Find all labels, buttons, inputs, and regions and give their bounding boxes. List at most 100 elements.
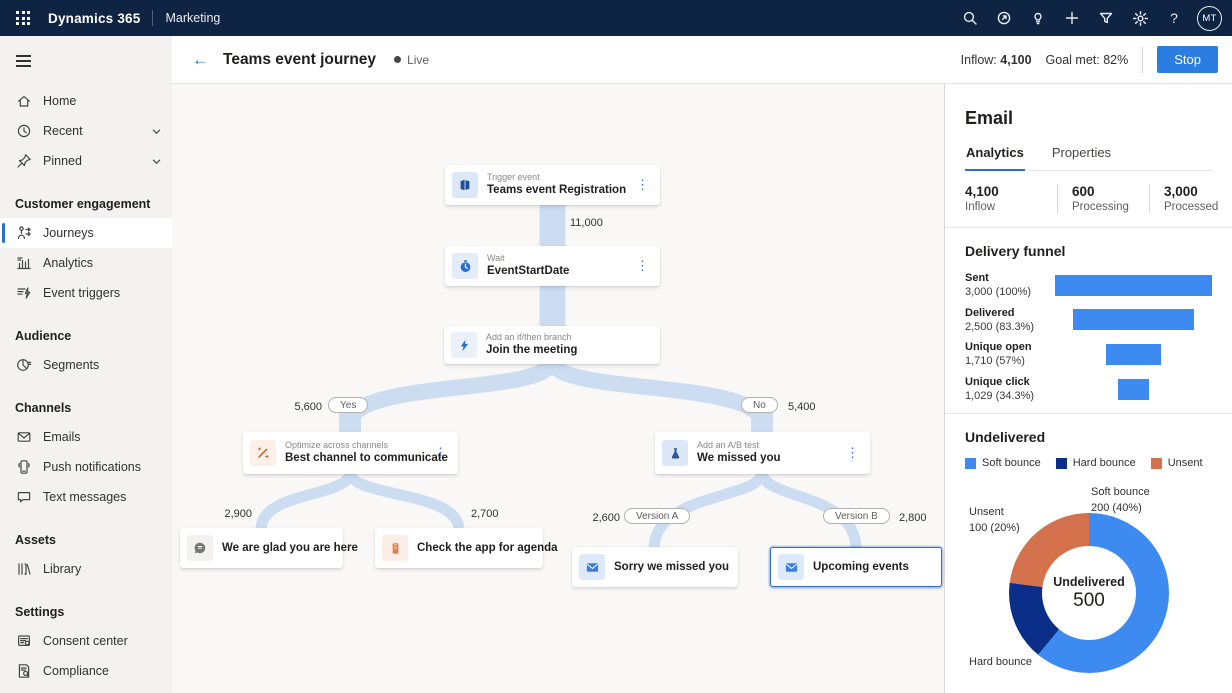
panel-title: Email <box>965 108 1212 129</box>
sms-icon <box>15 489 32 506</box>
chevron-down-icon[interactable] <box>151 156 162 167</box>
node-name-label: Join the meeting <box>486 343 577 357</box>
status-label: Live <box>407 53 429 67</box>
guided-tour-icon[interactable] <box>989 3 1019 33</box>
pinned-icon <box>15 153 32 170</box>
sidebar-item-label: Consent center <box>43 634 128 648</box>
sidebar-item-label: Home <box>43 94 76 108</box>
metric-inflow: 4,100Inflow <box>965 184 1049 213</box>
funnel-bar <box>1118 379 1149 400</box>
node-name-label: Teams event Registration <box>487 183 625 197</box>
funnel-bar <box>1073 309 1194 330</box>
sidebar-item-library[interactable]: Library <box>0 554 172 584</box>
settings-icon[interactable] <box>1125 3 1155 33</box>
legend-label: Hard bounce <box>1073 457 1136 469</box>
tab-analytics[interactable]: Analytics <box>965 145 1025 171</box>
sidebar-item-journeys[interactable]: Journeys <box>0 218 172 248</box>
node-type-label: Add an if/then branch <box>486 332 577 343</box>
journeys-icon <box>15 225 32 242</box>
stop-button[interactable]: Stop <box>1157 46 1218 73</box>
page-header: ← Teams event journey Live Inflow: 4,100… <box>172 36 1232 84</box>
sidebar-item-recent[interactable]: Recent <box>0 116 172 146</box>
sidebar-item-analytics[interactable]: Analytics <box>0 248 172 278</box>
funnel-stage-name: Delivered <box>965 306 1055 320</box>
app-phone-icon <box>382 535 408 561</box>
funnel-row: Unique click1,029 (34.3%) <box>965 375 1212 404</box>
branch-pill-yes: Yes <box>328 397 368 413</box>
flow-count-label: 2,600 <box>574 512 620 524</box>
email-envelope-icon <box>579 554 605 580</box>
node-name-label: Sorry we missed you <box>614 560 729 574</box>
sidebar-item-consent-center[interactable]: Consent center <box>0 626 172 656</box>
sidebar-section-title: Customer engagement <box>0 197 172 211</box>
journey-node-email-version-b-selected[interactable]: Upcoming events <box>770 547 942 587</box>
tab-properties[interactable]: Properties <box>1051 145 1112 170</box>
journey-node-if-then[interactable]: Add an if/then branch Join the meeting <box>444 326 660 364</box>
user-avatar[interactable]: MT <box>1197 6 1222 31</box>
back-arrow-icon[interactable]: ← <box>192 50 209 70</box>
sidebar-item-home[interactable]: Home <box>0 86 172 116</box>
journey-node-wait[interactable]: Wait EventStartDate ⋮ <box>445 246 660 286</box>
push-icon <box>15 459 32 476</box>
more-options-icon[interactable]: ⋮ <box>634 177 651 193</box>
consent-icon <box>15 633 32 650</box>
email-icon <box>15 429 32 446</box>
node-name-label: Upcoming events <box>813 560 909 574</box>
sidebar-item-pinned[interactable]: Pinned <box>0 146 172 176</box>
sidebar-item-[interactable] <box>0 686 172 693</box>
flow-count-label: 2,700 <box>471 508 499 520</box>
sidebar-item-compliance[interactable]: Compliance <box>0 656 172 686</box>
legend-label: Unsent <box>1168 457 1203 469</box>
funnel-row: Delivered2,500 (83.3%) <box>965 306 1212 335</box>
legend-swatch <box>1151 458 1162 469</box>
add-icon[interactable] <box>1057 3 1087 33</box>
funnel-row: Sent3,000 (100%) <box>965 271 1212 300</box>
undelivered-legend: Soft bounceHard bounceUnsent <box>965 457 1212 469</box>
journey-node-optimize[interactable]: Optimize across channels Best channel to… <box>243 432 458 474</box>
sidebar-item-label: Journeys <box>43 226 94 240</box>
chevron-down-icon[interactable] <box>151 126 162 137</box>
journey-node-chat-message[interactable]: We are glad you are here <box>180 528 343 568</box>
search-icon[interactable] <box>955 3 985 33</box>
flow-count-label: 11,000 <box>570 217 603 229</box>
hamburger-icon[interactable] <box>6 44 46 78</box>
node-name-label: Best channel to communicate <box>285 451 423 465</box>
sidebar-item-text-messages[interactable]: Text messages <box>0 482 172 512</box>
more-options-icon[interactable]: ⋮ <box>634 258 651 274</box>
sidebar-item-event-triggers[interactable]: Event triggers <box>0 278 172 308</box>
filter-icon[interactable] <box>1091 3 1121 33</box>
sidebar-nav: Home RecentPinned Customer engagement Journ… <box>0 86 172 693</box>
undelivered-chart-area: Soft bounce200 (40%) Unsent100 (20%) Har… <box>945 469 1232 693</box>
funnel-stage-value: 2,500 (83.3%) <box>965 320 1055 334</box>
journey-node-trigger[interactable]: Trigger event Teams event Registration ⋮ <box>445 165 660 205</box>
brand-title: Dynamics 365 <box>48 11 140 26</box>
lightbulb-icon[interactable] <box>1023 3 1053 33</box>
node-name-label: We missed you <box>697 451 781 465</box>
funnel-bar <box>1106 344 1161 365</box>
wait-timer-icon <box>452 253 478 279</box>
journey-canvas[interactable]: Trigger event Teams event Registration ⋮… <box>172 84 944 693</box>
metric-processed: 3,000Processed <box>1149 184 1232 213</box>
live-dot-icon <box>394 56 401 63</box>
undelivered-donut-chart: Undelivered 500 <box>1009 513 1169 673</box>
node-name-label: We are glad you are here <box>222 541 334 555</box>
journey-node-ab-test[interactable]: Add an A/B test We missed you ⋮ <box>655 432 870 474</box>
section-divider <box>945 413 1232 414</box>
more-options-icon[interactable]: ⋮ <box>432 445 449 461</box>
page-title: Teams event journey <box>223 51 376 69</box>
sidebar-item-segments[interactable]: Segments <box>0 350 172 380</box>
node-name-label: Check the app for agenda <box>417 541 534 555</box>
funnel-stage-value: 1,029 (34.3%) <box>965 389 1055 403</box>
sidebar: Home RecentPinned Customer engagement Journ… <box>0 36 172 693</box>
journey-node-push-message[interactable]: Check the app for agenda <box>375 528 543 568</box>
status-badge: Live <box>394 53 429 67</box>
help-icon[interactable]: ? <box>1159 3 1189 33</box>
journey-node-email-version-a[interactable]: Sorry we missed you <box>572 547 738 587</box>
sidebar-item-push-notifications[interactable]: Push notifications <box>0 452 172 482</box>
undelivered-title: Undelivered <box>965 429 1212 445</box>
sidebar-item-emails[interactable]: Emails <box>0 422 172 452</box>
waffle-icon[interactable] <box>8 5 38 31</box>
node-type-label: Add an A/B test <box>697 440 781 451</box>
more-options-icon[interactable]: ⋮ <box>844 445 861 461</box>
chat-bubble-icon <box>187 535 213 561</box>
